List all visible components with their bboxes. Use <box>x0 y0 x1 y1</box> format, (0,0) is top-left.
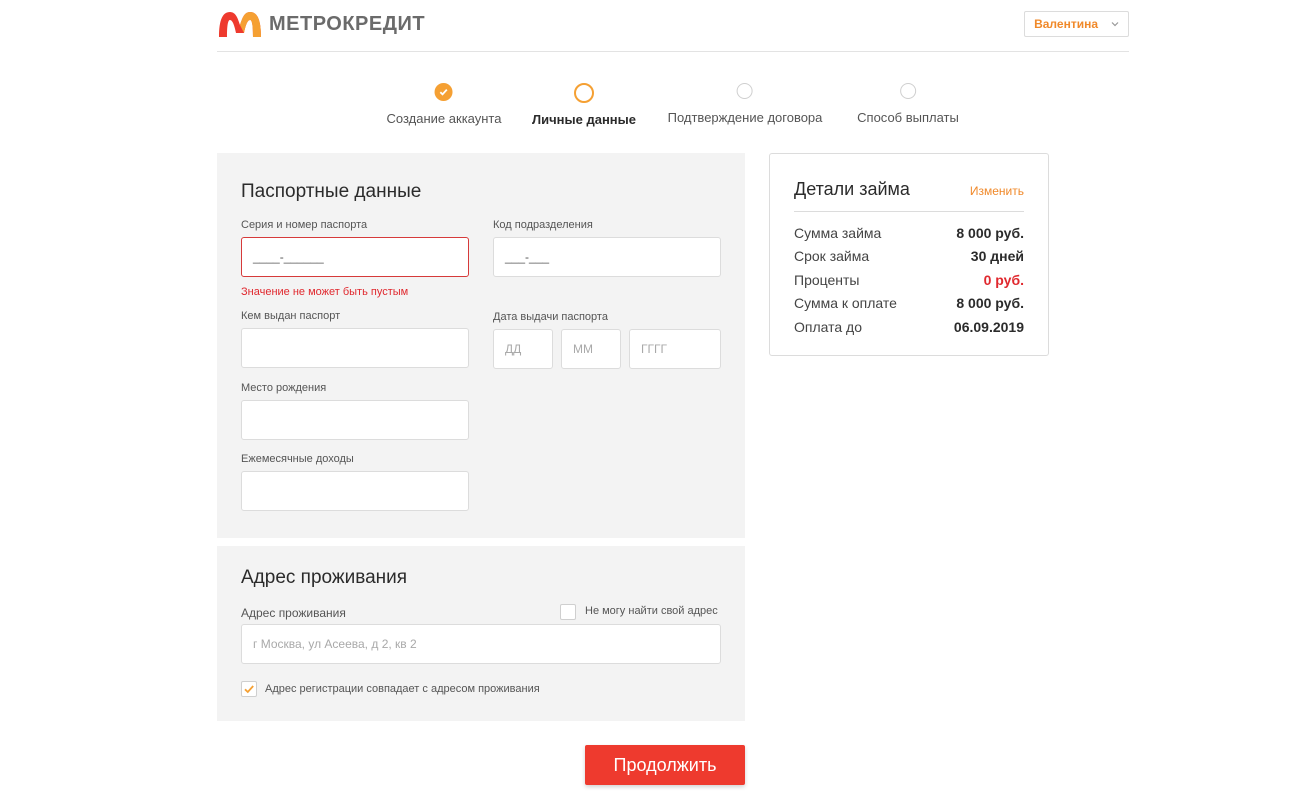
issued-by-label: Кем выдан паспорт <box>241 310 341 322</box>
continue-button[interactable]: Продолжить <box>585 745 745 785</box>
address-field-label: Адрес проживания <box>241 606 346 620</box>
divider <box>794 211 1024 212</box>
loan-row-key: Проценты <box>794 272 860 288</box>
checkmark-icon <box>244 685 254 694</box>
passport-series-error: Значение не может быть пустым <box>241 286 409 298</box>
loan-row-value: 30 дней <box>970 248 1024 264</box>
change-loan-link[interactable]: Изменить <box>970 184 1024 198</box>
issue-date-month-input[interactable]: ММ <box>561 329 621 369</box>
loan-details-card: Детали займа Изменить Сумма займа 8 000 … <box>769 153 1049 356</box>
loan-row-key: Сумма к оплате <box>794 295 897 311</box>
user-menu-value: Валентина <box>1034 17 1098 31</box>
step-pending-circle-icon <box>736 83 753 99</box>
brand-logo[interactable]: МЕТРОКРЕДИТ <box>217 9 425 39</box>
issued-by-input[interactable] <box>241 328 469 368</box>
step-label: Личные данные <box>532 112 636 127</box>
division-code-input[interactable]: ___-___ <box>493 237 721 277</box>
issue-date-day-input[interactable]: ДД <box>493 329 553 369</box>
header: МЕТРОКРЕДИТ Валентина <box>217 0 1129 52</box>
address-input[interactable]: г Москва, ул Асеева, д 2, кв 2 <box>241 624 721 664</box>
loan-row-total: Сумма к оплате 8 000 руб. <box>794 293 1024 313</box>
division-code-label: Код подразделения <box>493 219 593 231</box>
loan-row-key: Срок займа <box>794 248 870 264</box>
user-menu-select[interactable]: Валентина <box>1024 11 1129 37</box>
step-payout-method: Способ выплаты <box>857 83 959 125</box>
progress-stepper: Создание аккаунта Личные данные Подтверж… <box>0 83 1292 133</box>
loan-row-term: Срок займа 30 дней <box>794 246 1024 266</box>
step-personal-data: Личные данные <box>532 83 636 127</box>
metrokredit-logo-icon <box>219 12 261 37</box>
loan-row-amount: Сумма займа 8 000 руб. <box>794 223 1024 243</box>
chevron-down-icon <box>1111 22 1119 27</box>
monthly-income-input[interactable] <box>241 471 469 511</box>
address-section-title: Адрес проживания <box>241 567 408 588</box>
same-registration-label[interactable]: Адрес регистрации совпадает с адресом пр… <box>265 683 540 695</box>
issue-date-year-input[interactable]: ГГГГ <box>629 329 721 369</box>
monthly-income-label: Ежемесячные доходы <box>241 453 354 465</box>
step-active-circle-icon <box>573 83 594 103</box>
cant-find-address-checkbox[interactable] <box>560 604 576 620</box>
step-label: Создание аккаунта <box>386 111 502 126</box>
passport-section: Паспортные данные Серия и номер паспорта… <box>217 153 745 538</box>
loan-row-interest: Проценты 0 руб. <box>794 270 1024 290</box>
step-done-check-icon <box>435 83 453 101</box>
loan-row-value: 0 руб. <box>983 272 1024 288</box>
brand-name: МЕТРОКРЕДИТ <box>269 12 426 35</box>
loan-details-title: Детали займа <box>794 179 910 199</box>
birth-place-label: Место рождения <box>241 382 327 394</box>
birth-place-input[interactable] <box>241 400 469 440</box>
passport-series-input[interactable]: ____-______ <box>241 237 469 277</box>
step-label: Способ выплаты <box>857 110 959 125</box>
step-contract-confirmation: Подтверждение договора <box>667 83 823 125</box>
loan-row-key: Сумма займа <box>794 225 882 241</box>
address-section: Адрес проживания Адрес проживания Не мог… <box>217 546 745 721</box>
same-registration-checkbox[interactable] <box>241 681 257 697</box>
cant-find-address-label[interactable]: Не могу найти свой адрес <box>585 605 718 617</box>
loan-row-value: 8 000 руб. <box>956 295 1024 311</box>
issue-date-label: Дата выдачи паспорта <box>493 311 608 323</box>
step-label: Подтверждение договора <box>667 110 823 125</box>
step-pending-circle-icon <box>900 83 916 99</box>
loan-row-due-date: Оплата до 06.09.2019 <box>794 317 1024 337</box>
passport-section-title: Паспортные данные <box>241 181 422 202</box>
loan-row-value: 8 000 руб. <box>956 225 1024 241</box>
step-account-creation: Создание аккаунта <box>386 83 502 126</box>
passport-series-label: Серия и номер паспорта <box>241 219 368 231</box>
loan-row-value: 06.09.2019 <box>953 319 1024 335</box>
loan-row-key: Оплата до <box>794 319 863 335</box>
